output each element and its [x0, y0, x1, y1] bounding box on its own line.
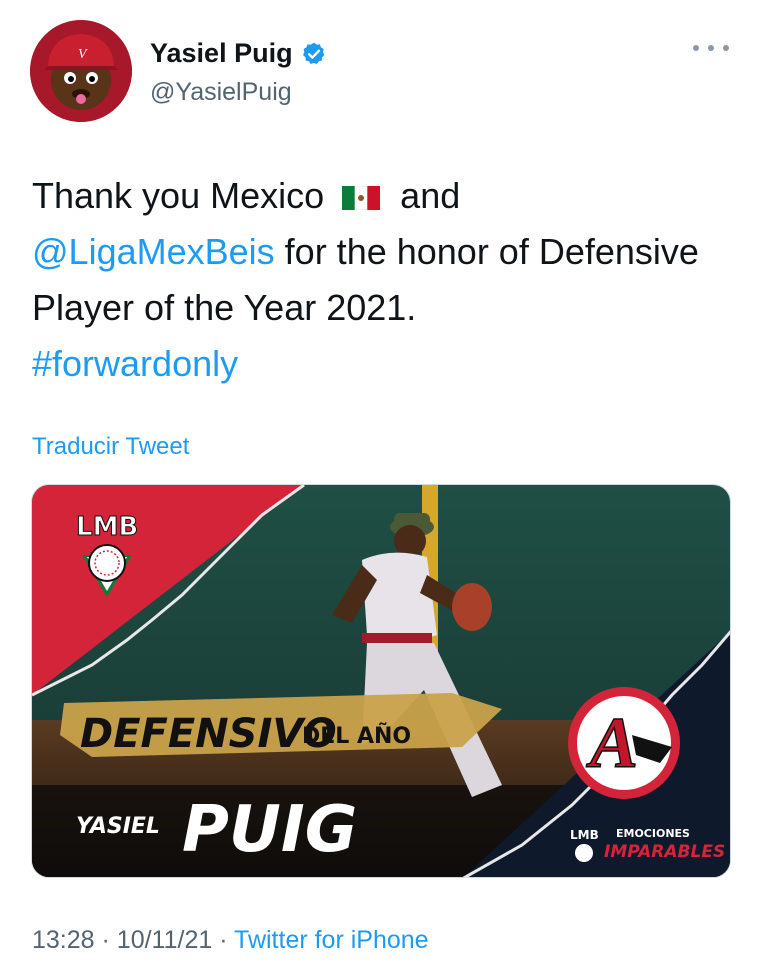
- tweet-time[interactable]: 13:28: [32, 926, 95, 954]
- tweet-meta: 13:28 · 10/11/21 · Twitter for iPhone: [32, 926, 429, 955]
- svg-text:V: V: [78, 47, 88, 62]
- mexico-flag-icon: [342, 186, 381, 210]
- translate-tweet-link[interactable]: Traducir Tweet: [32, 433, 189, 461]
- verified-badge-icon: [302, 42, 324, 64]
- tweet-text-part2: and: [400, 175, 461, 216]
- footer-line1: EMOCIONES: [616, 827, 690, 840]
- footer-line2: IMPARABLES: [604, 842, 725, 862]
- award-graphic: DEFENSIVO DEL AÑO YASIEL PUIG LMB A LMB …: [32, 485, 730, 877]
- display-name[interactable]: Yasiel Puig: [150, 38, 293, 69]
- first-name: YASIEL: [76, 814, 160, 839]
- last-name: PUIG: [182, 793, 357, 867]
- meta-separator: ·: [101, 926, 110, 954]
- tweet-source-link[interactable]: Twitter for iPhone: [234, 926, 429, 954]
- team-logo: A: [568, 687, 680, 799]
- footer-logo-text: LMB: [570, 828, 599, 842]
- team-logo-letter: A: [586, 703, 638, 783]
- award-word1: DEFENSIVO: [80, 711, 337, 757]
- tweet-date[interactable]: 10/11/21: [117, 926, 212, 954]
- tweet-text: Thank you Mexico and @LigaMexBeis for th…: [32, 168, 732, 392]
- mention-link[interactable]: @LigaMexBeis: [32, 231, 275, 272]
- meta-separator-2: ·: [219, 926, 228, 954]
- more-options-icon[interactable]: [693, 40, 729, 56]
- league-logo-text: LMB: [76, 512, 138, 542]
- tweet-text-part1: Thank you Mexico: [32, 175, 325, 216]
- avatar[interactable]: V: [30, 20, 132, 122]
- avatar-image: V: [30, 20, 132, 122]
- tweet-media-image[interactable]: DEFENSIVO DEL AÑO YASIEL PUIG LMB A LMB …: [31, 484, 731, 878]
- user-handle[interactable]: @YasielPuig: [150, 78, 292, 107]
- author-name-row[interactable]: Yasiel Puig: [150, 38, 327, 69]
- hashtag-link[interactable]: #forwardonly: [32, 343, 238, 384]
- award-word2: DEL AÑO: [302, 723, 411, 749]
